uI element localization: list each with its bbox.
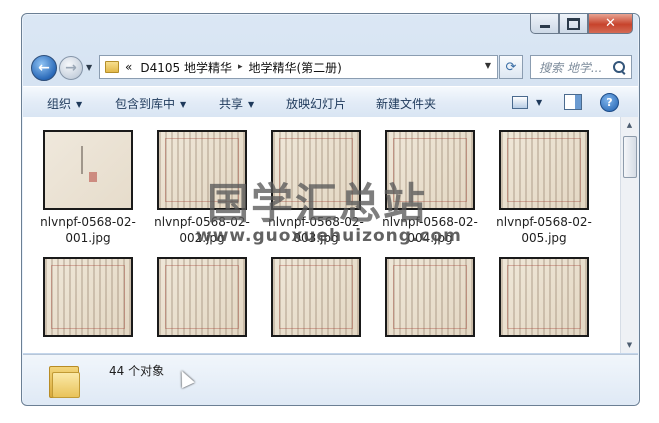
command-bar: 组织 ▼ 包含到库中 ▼ 共享 ▼ 放映幻灯片 新建文件夹 ▼ ? xyxy=(23,86,638,118)
minimize-button[interactable] xyxy=(530,14,559,34)
address-bar[interactable]: « D4105 地学精华 ▸ 地学精华(第二册) ▼ xyxy=(99,55,498,79)
slideshow-label: 放映幻灯片 xyxy=(286,97,347,111)
scroll-up-icon[interactable]: ▲ xyxy=(621,117,638,133)
chevron-down-icon: ▼ xyxy=(248,100,255,109)
image-thumbnail xyxy=(271,257,361,337)
help-icon[interactable]: ? xyxy=(600,93,619,112)
breadcrumb-current-folder[interactable]: 地学精华(第二册) xyxy=(248,59,341,76)
new-folder-button[interactable]: 新建文件夹 xyxy=(376,95,436,112)
recent-pages-dropdown[interactable]: ▼ xyxy=(86,63,92,72)
preview-pane-icon[interactable] xyxy=(564,94,582,110)
file-item[interactable] xyxy=(38,257,138,337)
share-label: 共享 xyxy=(219,97,244,111)
file-item[interactable] xyxy=(380,257,480,337)
file-name: nlvnpf-0568-02-001.jpg xyxy=(40,215,136,245)
breadcrumb-d4105[interactable]: D4105 地学精华 xyxy=(140,59,232,76)
address-dropdown[interactable]: ▼ xyxy=(485,61,491,70)
scrollbar-thumb[interactable] xyxy=(623,136,637,178)
address-overflow-chevron[interactable]: « xyxy=(125,60,132,74)
include-in-library-button[interactable]: 包含到库中 ▼ xyxy=(115,95,186,112)
image-thumbnail xyxy=(43,130,133,210)
back-icon: ← xyxy=(38,60,50,76)
maximize-button[interactable] xyxy=(559,14,588,34)
refresh-button[interactable]: ⟳ xyxy=(499,55,523,79)
organize-label: 组织 xyxy=(47,97,72,111)
caption-buttons: ✕ xyxy=(530,14,633,34)
refresh-icon: ⟳ xyxy=(505,59,517,75)
details-pane: 44 个对象 xyxy=(23,354,638,405)
file-item[interactable]: nlvnpf-0568-02-001.jpg xyxy=(38,130,138,246)
watermark-text: 国学汇总站 xyxy=(207,179,428,228)
organize-button[interactable]: 组织 ▼ xyxy=(47,95,82,112)
scroll-down-icon[interactable]: ▼ xyxy=(621,337,638,353)
breadcrumb-separator[interactable]: ▸ xyxy=(238,62,243,72)
chevron-down-icon: ▼ xyxy=(76,100,83,109)
chevron-down-icon: ▼ xyxy=(180,100,187,109)
file-item[interactable] xyxy=(494,257,594,337)
watermark-url: www.guoxuehuizong.com xyxy=(196,226,462,246)
folder-icon xyxy=(105,61,119,73)
folder-icon xyxy=(49,362,80,398)
file-item[interactable] xyxy=(266,257,366,337)
search-box[interactable]: 搜索 地学... xyxy=(530,55,632,79)
item-count: 44 个对象 xyxy=(109,364,165,378)
close-icon: ✕ xyxy=(605,16,616,31)
forward-button[interactable]: → xyxy=(59,56,83,80)
back-button[interactable]: ← xyxy=(31,55,57,81)
forward-icon: → xyxy=(65,60,77,76)
vertical-scrollbar[interactable]: ▲ ▼ xyxy=(620,117,638,353)
image-thumbnail xyxy=(499,257,589,337)
file-name: nlvnpf-0568-02-005.jpg xyxy=(496,215,592,245)
share-button[interactable]: 共享 ▼ xyxy=(219,95,254,112)
maximize-icon xyxy=(567,17,580,30)
minimize-icon xyxy=(539,25,550,28)
image-thumbnail xyxy=(43,257,133,337)
search-icon[interactable] xyxy=(612,60,626,74)
image-thumbnail xyxy=(499,130,589,210)
close-button[interactable]: ✕ xyxy=(588,14,633,34)
slideshow-button[interactable]: 放映幻灯片 xyxy=(286,95,346,112)
image-thumbnail xyxy=(385,257,475,337)
file-item[interactable]: nlvnpf-0568-02-005.jpg xyxy=(494,130,594,246)
file-item[interactable] xyxy=(152,257,252,337)
new-folder-label: 新建文件夹 xyxy=(376,97,437,111)
image-thumbnail xyxy=(157,257,247,337)
views-icon[interactable] xyxy=(512,96,528,109)
views-dropdown[interactable]: ▼ xyxy=(536,98,542,107)
search-input[interactable]: 搜索 地学... xyxy=(539,59,612,76)
include-in-library-label: 包含到库中 xyxy=(115,97,176,111)
